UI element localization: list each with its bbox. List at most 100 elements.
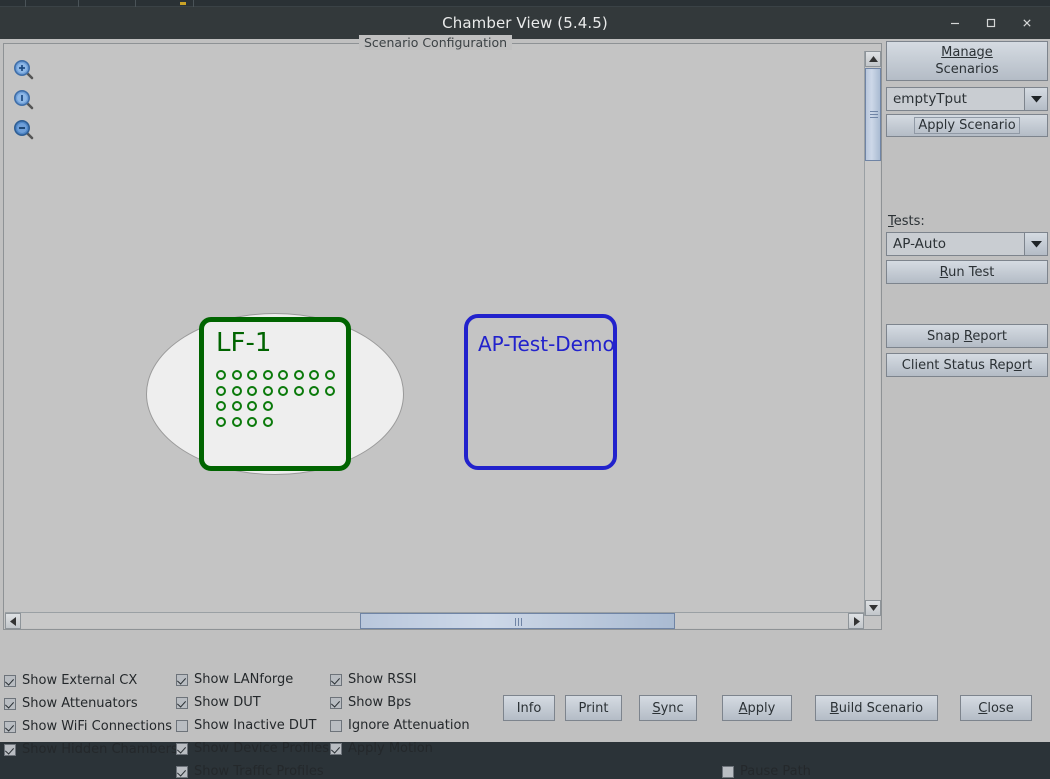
info-label: Info xyxy=(516,700,542,716)
tests-select[interactable]: AP-Auto xyxy=(886,232,1048,256)
node-ap-test-demo[interactable]: AP-Test-Demo xyxy=(464,314,617,470)
checkbox-box[interactable] xyxy=(176,742,188,755)
zoom-reset-icon[interactable] xyxy=(13,89,35,111)
port-dot[interactable] xyxy=(309,385,319,396)
port-dot[interactable] xyxy=(216,385,226,396)
checkbox-box[interactable] xyxy=(4,743,16,756)
port-dot[interactable] xyxy=(324,385,335,396)
checkbox-show-lanforge[interactable]: Show LANforge xyxy=(176,672,293,687)
checkbox-show-device-profiles[interactable]: Show Device Profiles xyxy=(176,741,329,756)
checkbox-ignore-attenuation[interactable]: Ignore Attenuation xyxy=(330,718,470,733)
port-dot[interactable] xyxy=(262,401,273,411)
build-scenario-button[interactable]: Build Scenario xyxy=(815,695,938,721)
checkbox-box[interactable] xyxy=(330,696,342,709)
print-label: Print xyxy=(578,700,609,716)
canvas-vertical-scrollbar[interactable] xyxy=(864,51,881,616)
horizontal-scroll-thumb[interactable] xyxy=(360,613,675,629)
port-dot[interactable] xyxy=(231,385,242,396)
port-dot[interactable] xyxy=(247,370,257,380)
port-dot[interactable] xyxy=(231,416,242,427)
scroll-right-arrow-icon[interactable] xyxy=(848,613,864,629)
checkbox-label: Show Attenuators xyxy=(22,696,138,711)
port-dot[interactable] xyxy=(278,385,288,396)
port-dot[interactable] xyxy=(293,385,304,396)
checkbox-box[interactable] xyxy=(176,673,188,686)
port-dot[interactable] xyxy=(216,416,226,427)
port-row xyxy=(216,385,335,396)
minimize-icon[interactable] xyxy=(940,10,970,36)
chevron-down-icon-tests[interactable] xyxy=(1024,233,1047,255)
port-dot[interactable] xyxy=(293,370,304,380)
checkbox-label: Show Inactive DUT xyxy=(194,718,317,733)
client-status-report-button[interactable]: Client Status Report xyxy=(886,353,1048,377)
checkbox-show-traffic-profiles[interactable]: Show Traffic Profiles xyxy=(176,764,324,779)
checkbox-label: Show Hidden Chambers xyxy=(22,742,178,757)
checkbox-box[interactable] xyxy=(330,673,342,686)
vertical-scroll-thumb[interactable] xyxy=(865,68,881,161)
checkbox-box[interactable] xyxy=(330,719,342,732)
close-button[interactable]: Close xyxy=(960,695,1032,721)
scroll-up-arrow-icon[interactable] xyxy=(865,51,881,67)
checkbox-show-hidden-chambers[interactable]: Show Hidden Chambers xyxy=(4,742,178,757)
checkbox-pause-path[interactable]: Pause Path xyxy=(722,764,811,779)
canvas-horizontal-scrollbar[interactable] xyxy=(5,612,864,629)
port-dot[interactable] xyxy=(247,416,257,427)
port-dot[interactable] xyxy=(247,401,257,411)
port-dot[interactable] xyxy=(262,416,273,427)
zoom-in-icon[interactable] xyxy=(13,59,35,81)
zoom-out-icon[interactable] xyxy=(13,119,35,141)
checkbox-show-external-cx[interactable]: Show External CX xyxy=(4,673,137,688)
port-dot[interactable] xyxy=(262,385,273,396)
window-title: Chamber View (5.4.5) xyxy=(442,14,608,32)
checkbox-box[interactable] xyxy=(176,696,188,709)
port-dot[interactable] xyxy=(216,370,226,380)
checkbox-box[interactable] xyxy=(722,765,734,778)
checkbox-show-attenuators[interactable]: Show Attenuators xyxy=(4,696,138,711)
port-dot[interactable] xyxy=(324,370,335,380)
checkbox-show-wifi-connections[interactable]: Show WiFi Connections xyxy=(4,719,172,734)
sync-button[interactable]: Sync xyxy=(639,695,697,721)
apply-scenario-label: Apply Scenario xyxy=(914,117,1020,134)
checkbox-box[interactable] xyxy=(176,719,188,732)
manage-scenarios-line2: Scenarios xyxy=(935,62,999,77)
checkbox-box[interactable] xyxy=(4,674,16,687)
port-dot[interactable] xyxy=(216,401,226,411)
port-row xyxy=(216,370,335,380)
checkbox-box[interactable] xyxy=(4,720,16,733)
right-sidebar: Manage Scenarios emptyTput Apply Scenari… xyxy=(884,39,1050,664)
checkbox-label: Show Device Profiles xyxy=(194,741,329,756)
checkbox-box[interactable] xyxy=(330,742,342,755)
checkbox-label: Show LANforge xyxy=(194,672,294,687)
manage-scenarios-button[interactable]: Manage Scenarios xyxy=(886,41,1048,81)
print-button[interactable]: Print xyxy=(565,695,622,721)
scroll-left-arrow-icon[interactable] xyxy=(5,613,21,629)
apply-scenario-button[interactable]: Apply Scenario xyxy=(886,114,1048,137)
checkbox-show-inactive-dut[interactable]: Show Inactive DUT xyxy=(176,718,316,733)
checkbox-box[interactable] xyxy=(176,765,188,778)
checkbox-label: Show Traffic Profiles xyxy=(194,764,324,779)
scenario-configuration-title: Scenario Configuration xyxy=(359,35,513,50)
run-test-button[interactable]: Run Test xyxy=(886,260,1048,284)
checkbox-show-rssi[interactable]: Show RSSI xyxy=(330,672,417,687)
port-dot[interactable] xyxy=(309,370,319,380)
snap-report-button[interactable]: Snap Report xyxy=(886,324,1048,348)
node-lf-1[interactable]: LF-1 xyxy=(199,317,351,471)
scenario-select[interactable]: emptyTput xyxy=(886,87,1048,111)
info-button[interactable]: Info xyxy=(503,695,555,721)
checkbox-box[interactable] xyxy=(4,697,16,710)
chevron-down-icon[interactable] xyxy=(1024,88,1047,110)
apply-button[interactable]: Apply xyxy=(722,695,792,721)
chamber-canvas[interactable]: LF-1 AP-Test-Demo xyxy=(5,51,864,616)
checkbox-show-bps[interactable]: Show Bps xyxy=(330,695,411,710)
port-dot[interactable] xyxy=(231,370,242,380)
port-dot[interactable] xyxy=(231,401,242,411)
maximize-icon[interactable] xyxy=(976,10,1006,36)
port-dot[interactable] xyxy=(247,385,257,396)
port-dot[interactable] xyxy=(262,370,273,380)
checkbox-label: Apply Motion xyxy=(348,741,433,756)
close-icon[interactable] xyxy=(1012,10,1042,36)
checkbox-show-dut[interactable]: Show DUT xyxy=(176,695,261,710)
port-dot[interactable] xyxy=(278,370,288,380)
scroll-down-arrow-icon[interactable] xyxy=(865,600,881,616)
checkbox-apply-motion[interactable]: Apply Motion xyxy=(330,741,433,756)
